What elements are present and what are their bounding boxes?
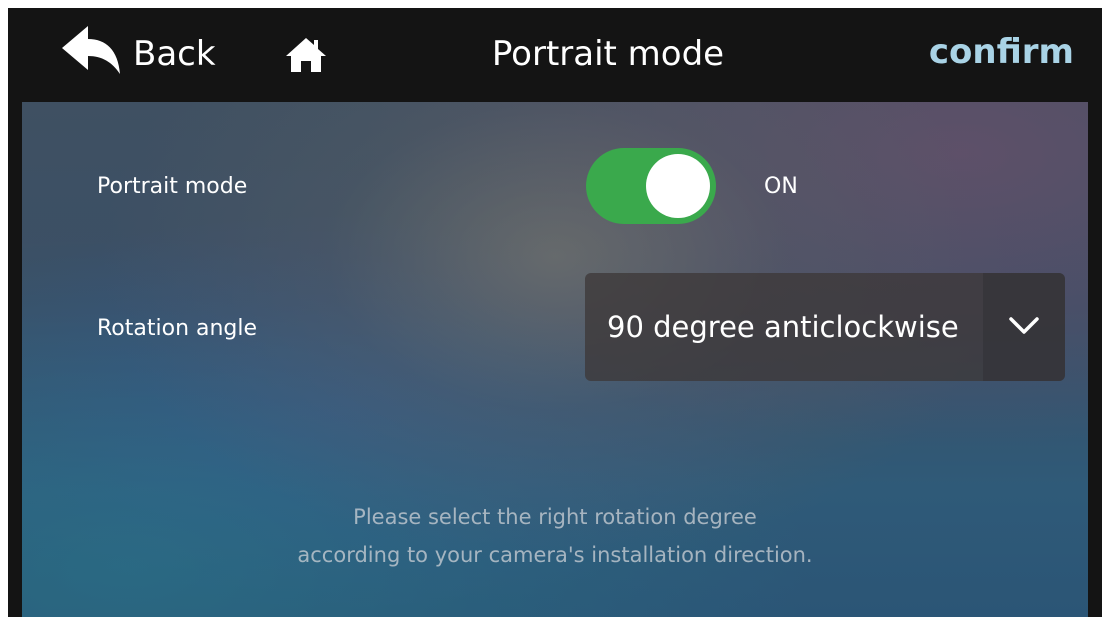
portrait-mode-label: Portrait mode xyxy=(97,174,248,199)
hint-line-1: Please select the right rotation degree xyxy=(353,505,757,529)
portrait-mode-toggle[interactable] xyxy=(586,148,716,224)
toggle-state-label: ON xyxy=(764,174,798,199)
toggle-knob xyxy=(646,154,710,218)
chevron-down-icon xyxy=(1009,317,1039,334)
rotation-angle-select[interactable]: 90 degree anticlockwise xyxy=(585,273,1065,381)
home-icon[interactable] xyxy=(284,36,328,74)
page-title: Portrait mode xyxy=(491,34,725,74)
dropdown-toggle[interactable] xyxy=(983,273,1065,381)
confirm-button[interactable]: confirm xyxy=(929,32,1074,72)
top-bar: Back Portrait mode confirm xyxy=(8,8,1102,102)
hint-line-2: according to your camera's installation … xyxy=(297,543,813,567)
rotation-hint: Please select the right rotation degree … xyxy=(22,498,1088,574)
settings-panel: Portrait mode ON Rotation angle 90 degre… xyxy=(22,102,1088,617)
back-arrow-icon[interactable] xyxy=(60,24,122,80)
rotation-angle-value: 90 degree anticlockwise xyxy=(607,310,959,344)
back-button[interactable]: Back xyxy=(133,34,216,74)
rotation-angle-label: Rotation angle xyxy=(97,316,258,341)
device-screen: Back Portrait mode confirm Portrait mode… xyxy=(8,8,1102,617)
